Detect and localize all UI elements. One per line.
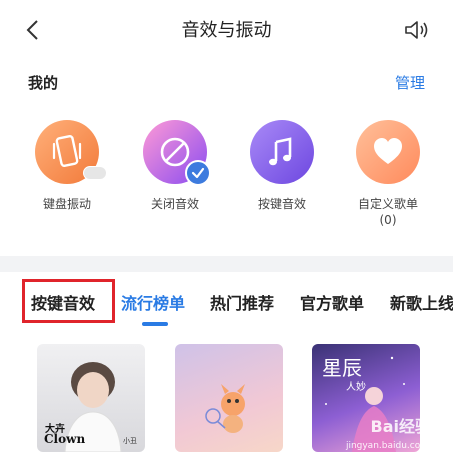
- toggle-badge: [83, 166, 107, 180]
- watermark-url: jingyan.baidu.com: [345, 441, 429, 451]
- manage-button[interactable]: 管理: [395, 72, 425, 93]
- top-bar: 音效与振动: [0, 0, 453, 60]
- check-icon: [185, 160, 211, 186]
- page-title: 音效与振动: [181, 20, 272, 41]
- tab-official-playlists[interactable]: 官方歌单: [300, 290, 364, 314]
- watermark-logo: Bai经验: [370, 417, 431, 436]
- tile-label: 键盘振动: [42, 197, 91, 211]
- music-note-icon: [250, 120, 314, 184]
- key-sound-tile[interactable]: 按键音效: [237, 120, 327, 212]
- custom-playlist-tile[interactable]: 自定义歌单 (0): [343, 120, 433, 228]
- tile-label: 关闭音效: [150, 197, 199, 211]
- phone-vibrate-icon: [35, 120, 107, 184]
- highlight-box: [22, 279, 115, 323]
- thumb-caption-small: 小丑: [123, 437, 137, 445]
- heart-icon: [356, 120, 420, 184]
- mute-circle-icon: [143, 120, 211, 186]
- cartoon-fox-icon: [205, 384, 245, 433]
- tile-label: 自定义歌单: [357, 197, 418, 211]
- keyboard-vibrate-tile[interactable]: 键盘振动: [22, 120, 112, 212]
- thumb-caption-main: Clown: [44, 432, 86, 446]
- mute-sound-tile[interactable]: 关闭音效: [130, 120, 220, 212]
- playlist-count: (0): [379, 213, 397, 227]
- my-section-title: 我的: [28, 74, 59, 92]
- tab-popular-chart[interactable]: 流行榜单: [121, 290, 185, 314]
- cartoon-thumbnail[interactable]: [175, 344, 283, 452]
- tab-hot-picks[interactable]: 热门推荐: [210, 290, 274, 314]
- clown-thumbnail[interactable]: 大卉 Clown 小丑: [37, 344, 145, 452]
- speaker-icon[interactable]: [403, 18, 431, 42]
- tile-label: 按键音效: [257, 197, 306, 211]
- active-tab-indicator: [142, 322, 168, 326]
- section-divider: [0, 256, 453, 272]
- thumb-caption-main: 星辰: [322, 356, 362, 380]
- thumb-caption-sub: 人妙: [346, 382, 366, 393]
- tab-new-songs[interactable]: 新歌上线: [390, 290, 453, 314]
